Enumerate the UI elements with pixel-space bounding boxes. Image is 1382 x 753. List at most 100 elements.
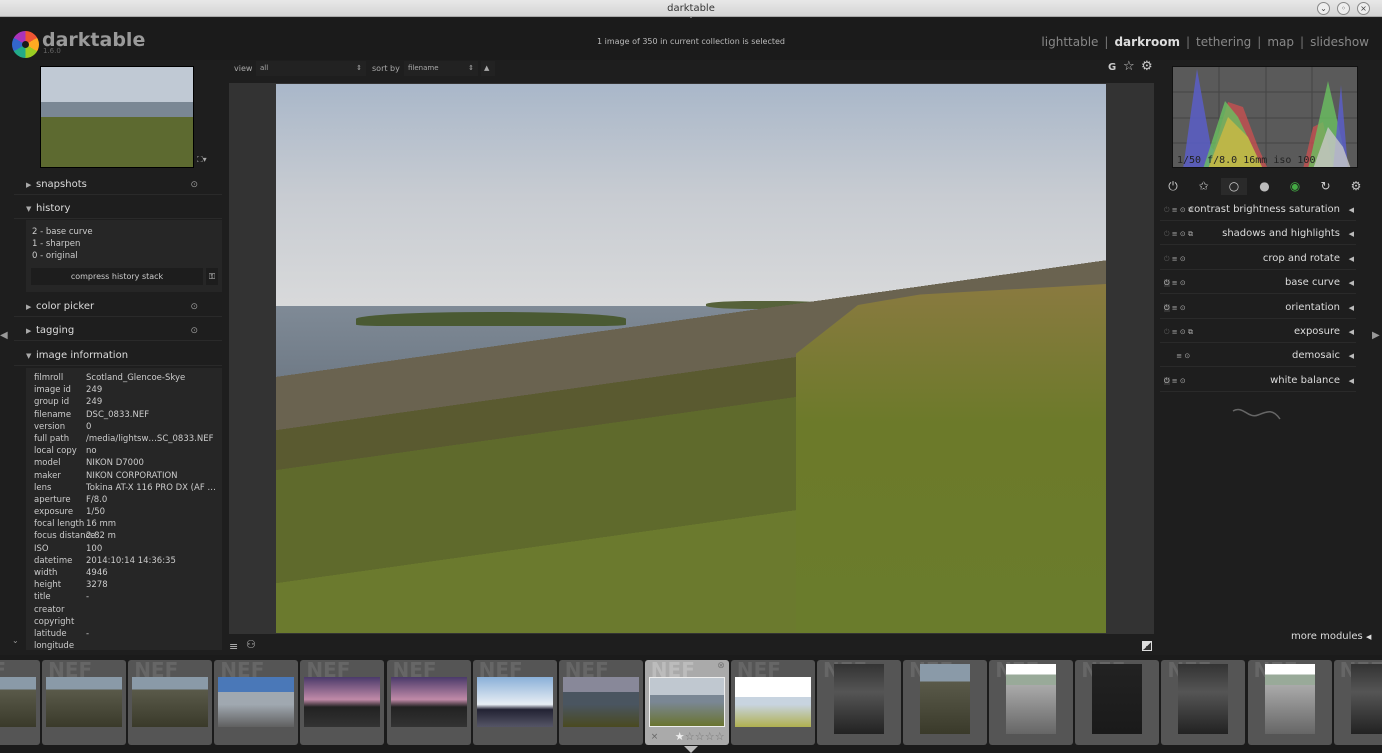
filmstrip-thumbnail[interactable]: NEF: [989, 660, 1074, 745]
power-icon[interactable]: ⏻: [1164, 206, 1170, 214]
power-icon[interactable]: ⏻: [1164, 376, 1170, 385]
power-icon[interactable]: ⏻: [1164, 255, 1170, 263]
filmstrip-thumbnail[interactable]: NEF: [386, 660, 471, 745]
star-rating-icon[interactable]: ★: [675, 730, 685, 743]
view-map[interactable]: map: [1267, 35, 1294, 49]
reset-icon[interactable]: ⊙: [1180, 328, 1186, 336]
module-crop-and-rotate[interactable]: ⏻ ≡ ⊙ crop and rotate ◀: [1160, 248, 1356, 270]
tagging-section[interactable]: ▶ tagging ⊙: [14, 321, 222, 341]
image-information-section[interactable]: ▼ image information: [14, 346, 222, 366]
snapshots-section[interactable]: ▶ snapshots ⊙: [14, 175, 222, 195]
star-rating-icon[interactable]: ☆: [705, 730, 715, 743]
color-picker-section[interactable]: ▶ color picker ⊙: [14, 297, 222, 317]
module-group-star-icon[interactable]: ✩: [1191, 178, 1217, 195]
presets-icon[interactable]: ≡: [1172, 377, 1178, 385]
collapse-right-arrow[interactable]: ▶: [1372, 330, 1380, 341]
histogram[interactable]: 1/50 f/8.0 16mm iso 100: [1172, 66, 1358, 168]
filmstrip-thumbnail[interactable]: NEF: [1333, 660, 1382, 745]
reset-icon[interactable]: ⊙: [1180, 255, 1186, 263]
reset-icon[interactable]: ⊙: [1184, 352, 1190, 360]
gear-icon[interactable]: ⚙: [1141, 59, 1153, 74]
color-assessment-icon[interactable]: [1142, 641, 1152, 651]
styles-icon[interactable]: ⚇: [246, 638, 256, 651]
filmstrip-thumbnail[interactable]: NEF: [1161, 660, 1246, 745]
module-demosaic[interactable]: ≡ ⊙ demosaic ◀: [1160, 345, 1356, 368]
lock-icon[interactable]: ⚿: [206, 268, 218, 285]
collapse-left-arrow[interactable]: ◀: [0, 330, 8, 341]
filmstrip-thumbnail[interactable]: NEF: [730, 660, 815, 745]
filmstrip-thumbnail[interactable]: NEF: [472, 660, 557, 745]
filmstrip-thumbnail[interactable]: NEF: [300, 660, 385, 745]
multi-instance-icon[interactable]: ⧉: [1188, 328, 1193, 336]
close-button[interactable]: ×: [1357, 2, 1370, 15]
module-group-color-icon[interactable]: ◉: [1282, 178, 1308, 195]
reset-icon[interactable]: ⊙: [1180, 230, 1186, 238]
module-shadows-and-highlights[interactable]: ⏻ ≡ ⊙ ⧉ shadows and highlights ◀: [1160, 223, 1356, 246]
view-tethering[interactable]: tethering: [1196, 35, 1251, 49]
filmstrip-thumbnail[interactable]: NEF: [817, 660, 901, 745]
view-lighttable[interactable]: lighttable: [1041, 35, 1098, 49]
power-icon[interactable]: ⏻: [1164, 279, 1170, 288]
module-white-balance[interactable]: ⏻ ≡ ⊙ white balance ◀: [1160, 370, 1356, 392]
reset-icon[interactable]: ⊙: [190, 175, 198, 195]
module-group-rotate-icon[interactable]: ↻: [1313, 178, 1339, 195]
filmstrip-thumbnail[interactable]: NEF: [214, 660, 299, 745]
grouping-button[interactable]: G: [1108, 62, 1116, 73]
filmstrip-thumbnail[interactable]: NEF: [42, 660, 127, 745]
presets-icon[interactable]: ≡: [1176, 352, 1182, 360]
minimize-button[interactable]: ⌄: [1317, 2, 1330, 15]
power-icon[interactable]: ⏻: [1164, 303, 1170, 312]
module-base-curve[interactable]: ⏻ ≡ ⊙ base curve ◀: [1160, 272, 1356, 295]
module-group-settings-icon[interactable]: ⚙: [1343, 178, 1369, 195]
history-item[interactable]: 1 - sharpen: [26, 238, 222, 250]
power-icon[interactable]: ⏻: [1164, 328, 1170, 336]
navigation-thumbnail[interactable]: [40, 66, 194, 168]
star-rating-icon[interactable]: ☆: [685, 730, 695, 743]
filmstrip-thumbnail[interactable]: NEF × ⊗ ★ ☆ ☆ ☆ ☆: [644, 660, 729, 745]
filmstrip-thumbnail[interactable]: NEF: [0, 660, 40, 745]
collapse-bottom-arrow[interactable]: [684, 746, 698, 753]
module-orientation[interactable]: ⏻ ≡ ⊙ orientation ◀: [1160, 297, 1356, 319]
sort-select[interactable]: filename ⇕: [404, 61, 478, 76]
filmstrip-thumbnail[interactable]: NEF: [1075, 660, 1160, 745]
scroll-down-icon[interactable]: ⌄: [12, 636, 19, 645]
module-group-circle-icon[interactable]: ○: [1221, 178, 1247, 195]
zoom-fit-icon[interactable]: ⛶▾: [197, 155, 207, 165]
reset-icon[interactable]: ⊙: [1180, 377, 1186, 385]
presets-icon[interactable]: ≡: [1172, 255, 1178, 263]
star-rating-icon[interactable]: ☆: [695, 730, 705, 743]
presets-icon[interactable]: ≡: [1172, 279, 1178, 287]
presets-icon[interactable]: ≡: [1172, 304, 1178, 312]
reset-icon[interactable]: ⊙: [1180, 206, 1186, 214]
more-modules-button[interactable]: more modules ◀: [1291, 631, 1371, 642]
group-icon[interactable]: ⊗: [717, 661, 725, 671]
filmstrip-thumbnail[interactable]: NEF: [558, 660, 643, 745]
filmstrip-thumbnail[interactable]: NEF: [1247, 660, 1332, 745]
presets-icon[interactable]: ≡: [1172, 230, 1178, 238]
reset-icon[interactable]: ⊙: [190, 297, 198, 317]
multi-instance-icon[interactable]: ⧉: [1188, 230, 1193, 238]
filmstrip-thumbnail[interactable]: NEF: [128, 660, 213, 745]
view-slideshow[interactable]: slideshow: [1310, 35, 1369, 49]
module-contrast-brightness-saturation[interactable]: ⏻ ≡ ⊙ ⧉ contrast brightness saturation ◀: [1160, 199, 1356, 221]
module-group-power-icon[interactable]: ⏻: [1160, 178, 1186, 195]
view-filter-select[interactable]: all ⇕: [256, 61, 366, 76]
history-item[interactable]: 2 - base curve: [26, 226, 222, 238]
compress-history-button[interactable]: compress history stack: [31, 268, 203, 285]
reset-icon[interactable]: ⊙: [190, 321, 198, 341]
filmstrip-thumbnail[interactable]: NEF: [903, 660, 988, 745]
history-item[interactable]: 0 - original: [26, 250, 222, 262]
view-darkroom[interactable]: darkroom: [1114, 35, 1180, 49]
menu-icon[interactable]: ≡: [229, 640, 238, 653]
power-icon[interactable]: ⏻: [1164, 230, 1170, 238]
sort-order-button[interactable]: ▲: [481, 61, 495, 76]
reject-icon[interactable]: ×: [651, 732, 659, 742]
reset-icon[interactable]: ⊙: [1180, 279, 1186, 287]
star-icon[interactable]: ☆: [1123, 59, 1135, 74]
reset-icon[interactable]: ⊙: [1180, 304, 1186, 312]
maximize-button[interactable]: ◦: [1337, 2, 1350, 15]
main-image[interactable]: [276, 84, 1106, 633]
history-section[interactable]: ▼ history: [14, 199, 222, 219]
module-exposure[interactable]: ⏻ ≡ ⊙ ⧉ exposure ◀: [1160, 321, 1356, 343]
presets-icon[interactable]: ≡: [1172, 206, 1178, 214]
